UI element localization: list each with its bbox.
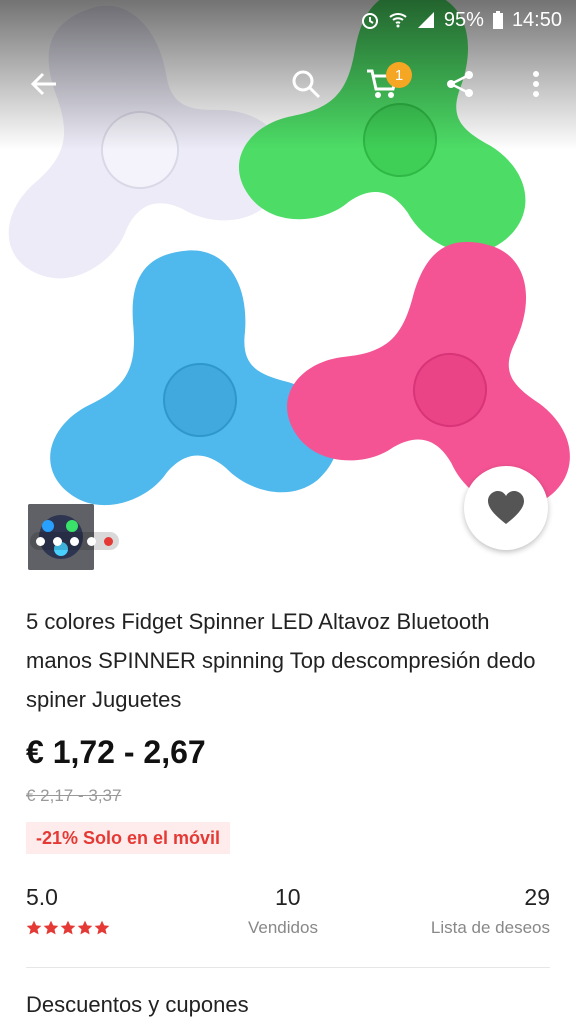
product-price: € 1,72 - 2,67 — [26, 734, 206, 770]
more-options-button[interactable] — [512, 60, 560, 108]
sold-count: 10 — [275, 884, 301, 910]
star-icon — [60, 920, 76, 935]
product-stats: 5.0 10 Vendidos 29 Lista de deseos — [26, 884, 550, 944]
cart-button[interactable]: 1 — [358, 60, 412, 108]
battery-icon — [492, 11, 503, 29]
wishlist-button[interactable] — [464, 466, 548, 550]
gallery-dot[interactable] — [87, 536, 96, 546]
back-arrow-icon — [30, 72, 56, 96]
gallery-dot[interactable] — [53, 536, 62, 546]
battery-percent: 95% — [443, 8, 484, 31]
gallery-dot[interactable] — [36, 536, 45, 546]
toolbar: 1 — [0, 50, 576, 116]
wifi-icon — [389, 13, 407, 28]
status-bar: 95% 14:50 — [0, 0, 576, 40]
signal-icon — [417, 12, 434, 28]
rating-value: 5.0 — [26, 884, 58, 910]
star-icon — [43, 920, 59, 935]
wishlist-count: 29 — [524, 884, 550, 910]
back-button[interactable] — [20, 60, 68, 108]
search-button[interactable] — [282, 60, 330, 108]
alarm-icon — [361, 13, 378, 29]
star-icon — [26, 920, 42, 935]
cart-count-badge: 1 — [386, 62, 412, 88]
star-icon — [94, 920, 110, 935]
search-icon — [292, 70, 321, 99]
wishlist-label: Lista de deseos — [430, 918, 550, 937]
sold-label: Vendidos — [248, 918, 318, 937]
gallery-dots[interactable] — [30, 532, 119, 550]
clock: 14:50 — [511, 8, 562, 31]
mobile-discount-badge: -21% Solo en el móvil — [26, 822, 231, 854]
coupons-section-title[interactable]: Descuentos y cupones — [26, 992, 249, 1018]
star-icon — [77, 920, 93, 935]
gallery-dot[interactable] — [70, 536, 79, 546]
share-button[interactable] — [436, 60, 484, 108]
gallery-dot[interactable] — [104, 536, 113, 546]
divider — [26, 967, 550, 968]
heart-icon — [488, 491, 524, 524]
original-price: € 2,17 - 3,37 — [26, 786, 122, 805]
product-title: 5 colores Fidget Spinner LED Altavoz Blu… — [26, 609, 536, 712]
rating-stars — [26, 920, 110, 936]
more-vert-icon — [533, 71, 539, 97]
share-icon — [447, 71, 473, 97]
